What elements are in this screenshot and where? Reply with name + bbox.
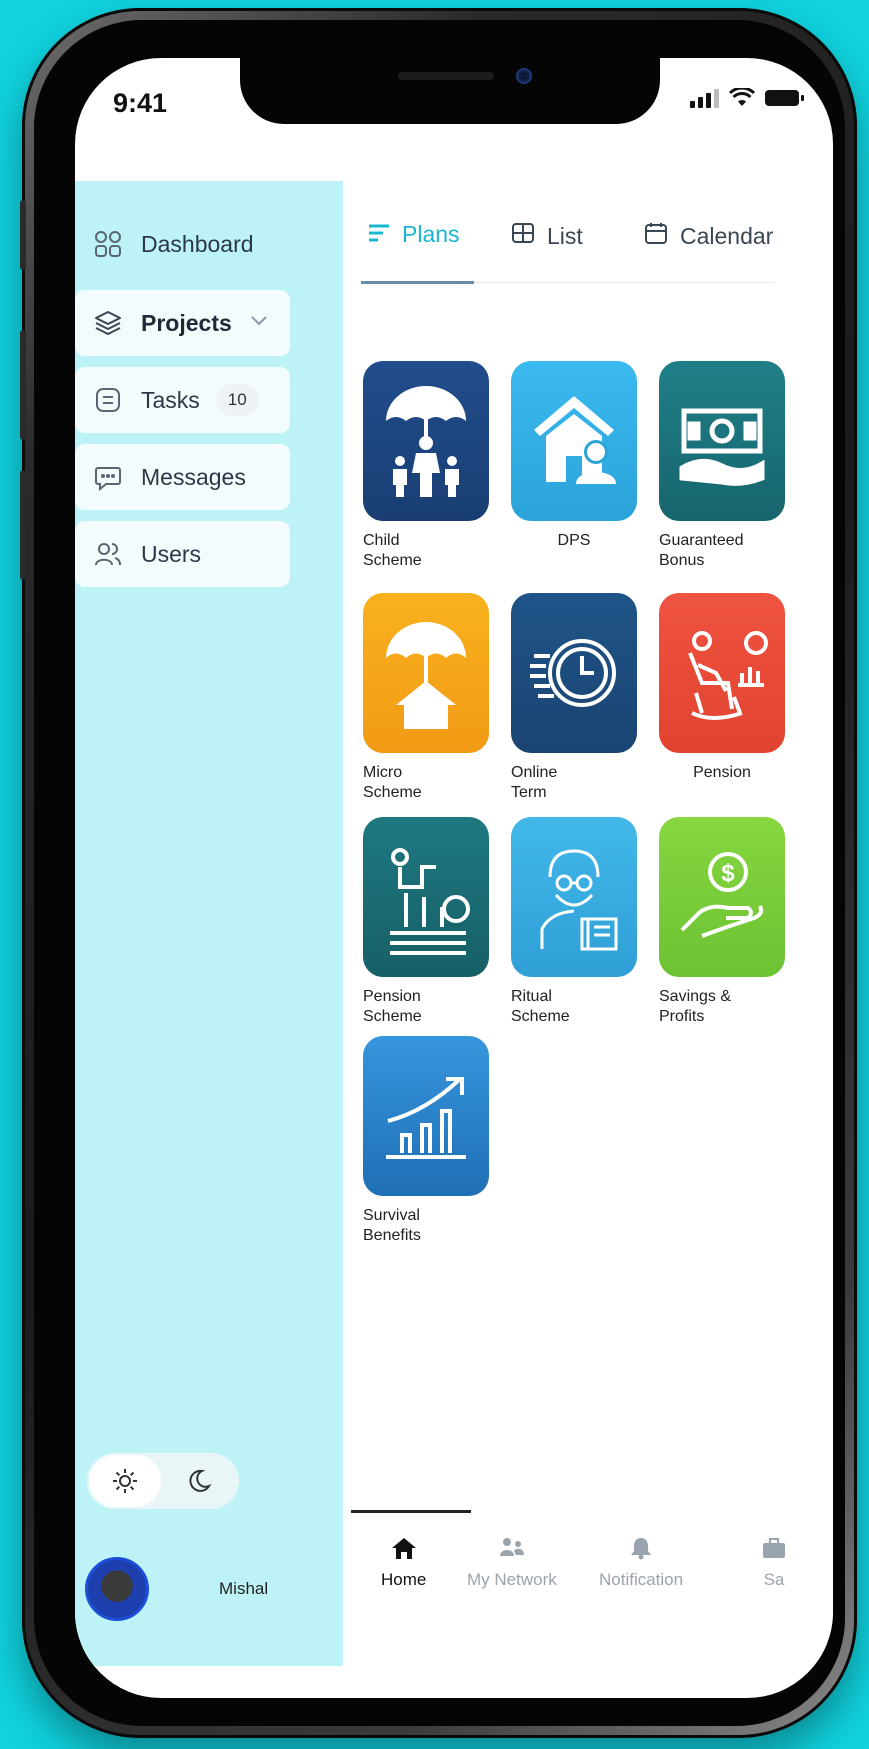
nav-my-network[interactable]: My Network: [467, 1536, 557, 1590]
plan-label: Savings & Profits: [659, 988, 732, 1025]
plan-pension[interactable]: Pension: [659, 593, 799, 783]
tabs-divider: [474, 282, 774, 283]
battery-icon: [765, 90, 804, 106]
growth-chart-icon: [363, 1036, 489, 1196]
plan-label: Child Scheme: [363, 532, 422, 569]
svg-text:$: $: [721, 860, 735, 887]
lines-icon: [368, 222, 390, 248]
nav-label: Notification: [599, 1570, 684, 1589]
sidebar-item-tasks[interactable]: Tasks 10: [75, 367, 290, 433]
status-time: 9:41: [113, 88, 168, 118]
sidebar-item-label: Users: [141, 540, 202, 567]
plan-label: Online Term: [511, 764, 558, 801]
theme-toggle[interactable]: [87, 1453, 239, 1509]
home-icon: [391, 1536, 417, 1570]
calendar-icon: [644, 221, 668, 251]
plan-label: Micro Scheme: [363, 764, 422, 801]
sun-icon[interactable]: [89, 1455, 161, 1507]
plan-label: Pension: [693, 764, 751, 781]
volume-down-button: [20, 470, 26, 580]
clock-icon: [511, 593, 637, 753]
status-icons: [690, 88, 804, 108]
family-umbrella-icon: [363, 361, 489, 521]
briefcase-icon: [761, 1536, 787, 1570]
users-icon: [93, 539, 123, 569]
plan-ritual-scheme[interactable]: Ritual Scheme: [511, 817, 651, 1027]
cash-hand-icon: [659, 361, 785, 521]
bell-icon: [629, 1536, 653, 1570]
plan-micro-scheme[interactable]: Micro Scheme: [363, 593, 503, 803]
main-content: Plans List Calendar Child Scheme DPS Gua…: [343, 181, 833, 1666]
plan-dps[interactable]: DPS: [511, 361, 651, 551]
plan-label: DPS: [557, 532, 591, 549]
network-icon: [499, 1536, 525, 1570]
nav-notification[interactable]: Notification: [599, 1536, 683, 1590]
moon-icon[interactable]: [163, 1455, 235, 1507]
tab-label: List: [547, 222, 583, 249]
sidebar: Dashboard Projects Tasks 10 Messages Use…: [75, 181, 343, 1666]
mute-switch: [20, 200, 26, 270]
umbrella-house-icon: [363, 593, 489, 753]
nav-sa[interactable]: Sa: [761, 1536, 787, 1590]
signal-icon: [690, 88, 719, 108]
plan-label: Guaranteed Bonus: [659, 532, 744, 569]
nav-label: My Network: [467, 1570, 557, 1589]
message-icon: [93, 462, 123, 492]
sidebar-item-label: Tasks: [141, 386, 200, 413]
plan-survival-benefits[interactable]: Survival Benefits: [363, 1036, 503, 1246]
plan-online-term[interactable]: Online Term: [511, 593, 651, 803]
tab-list[interactable]: List: [511, 221, 583, 251]
tab-label: Plans: [402, 221, 460, 247]
house-person-icon: [511, 361, 637, 521]
bottom-nav-indicator: [351, 1510, 471, 1513]
plan-child-scheme[interactable]: Child Scheme: [363, 361, 503, 571]
tab-plans[interactable]: Plans: [368, 221, 460, 248]
wifi-icon: [729, 88, 755, 106]
speaker: [398, 72, 494, 80]
plan-guaranteed-bonus[interactable]: Guaranteed Bonus: [659, 361, 799, 571]
bottom-nav: Home My Network Notification Sa: [343, 1506, 833, 1614]
nav-label: Sa: [763, 1570, 785, 1589]
tasks-icon: [93, 385, 123, 415]
elder-man-icon: [511, 817, 637, 977]
rocking-chair-icon: [659, 593, 785, 753]
plan-savings-profits[interactable]: $ Savings & Profits: [659, 817, 799, 1027]
sidebar-item-label: Messages: [141, 463, 246, 490]
sidebar-item-users[interactable]: Users: [75, 521, 290, 587]
front-camera: [516, 68, 532, 84]
sidebar-item-dashboard[interactable]: Dashboard: [75, 211, 290, 277]
nav-home[interactable]: Home: [381, 1536, 426, 1590]
profile-name: Mishal: [219, 1579, 269, 1598]
active-tab-indicator: [361, 281, 474, 284]
view-tabs: Plans List Calendar: [343, 181, 833, 287]
chevron-down-icon[interactable]: [250, 314, 268, 332]
tab-calendar[interactable]: Calendar: [644, 221, 773, 251]
plan-label: Pension Scheme: [363, 988, 422, 1025]
tab-label: Calendar: [680, 222, 774, 249]
avatar[interactable]: [85, 1557, 149, 1621]
layers-icon: [93, 308, 123, 338]
sidebar-item-label: Projects: [141, 309, 232, 336]
sidebar-item-projects[interactable]: Projects: [75, 290, 290, 356]
phone-screen: 9:41 Dashboard Projects Tasks 10 Message…: [75, 58, 833, 1698]
nav-label: Home: [381, 1570, 427, 1589]
volume-up-button: [20, 330, 26, 440]
table-icon: [511, 221, 535, 251]
plan-label: Ritual Scheme: [511, 988, 570, 1025]
dollar-hand-icon: $: [659, 817, 785, 977]
plan-pension-scheme[interactable]: Pension Scheme: [363, 817, 503, 1027]
grid-icon: [93, 229, 123, 259]
coins-pipe-icon: [363, 817, 489, 977]
plan-label: Survival Benefits: [363, 1207, 421, 1244]
profile-bar[interactable]: Mishal: [75, 1544, 343, 1634]
notch: [240, 58, 660, 124]
tasks-count-badge: 10: [215, 384, 259, 416]
sidebar-item-label: Dashboard: [141, 230, 254, 257]
sidebar-item-messages[interactable]: Messages: [75, 444, 290, 510]
